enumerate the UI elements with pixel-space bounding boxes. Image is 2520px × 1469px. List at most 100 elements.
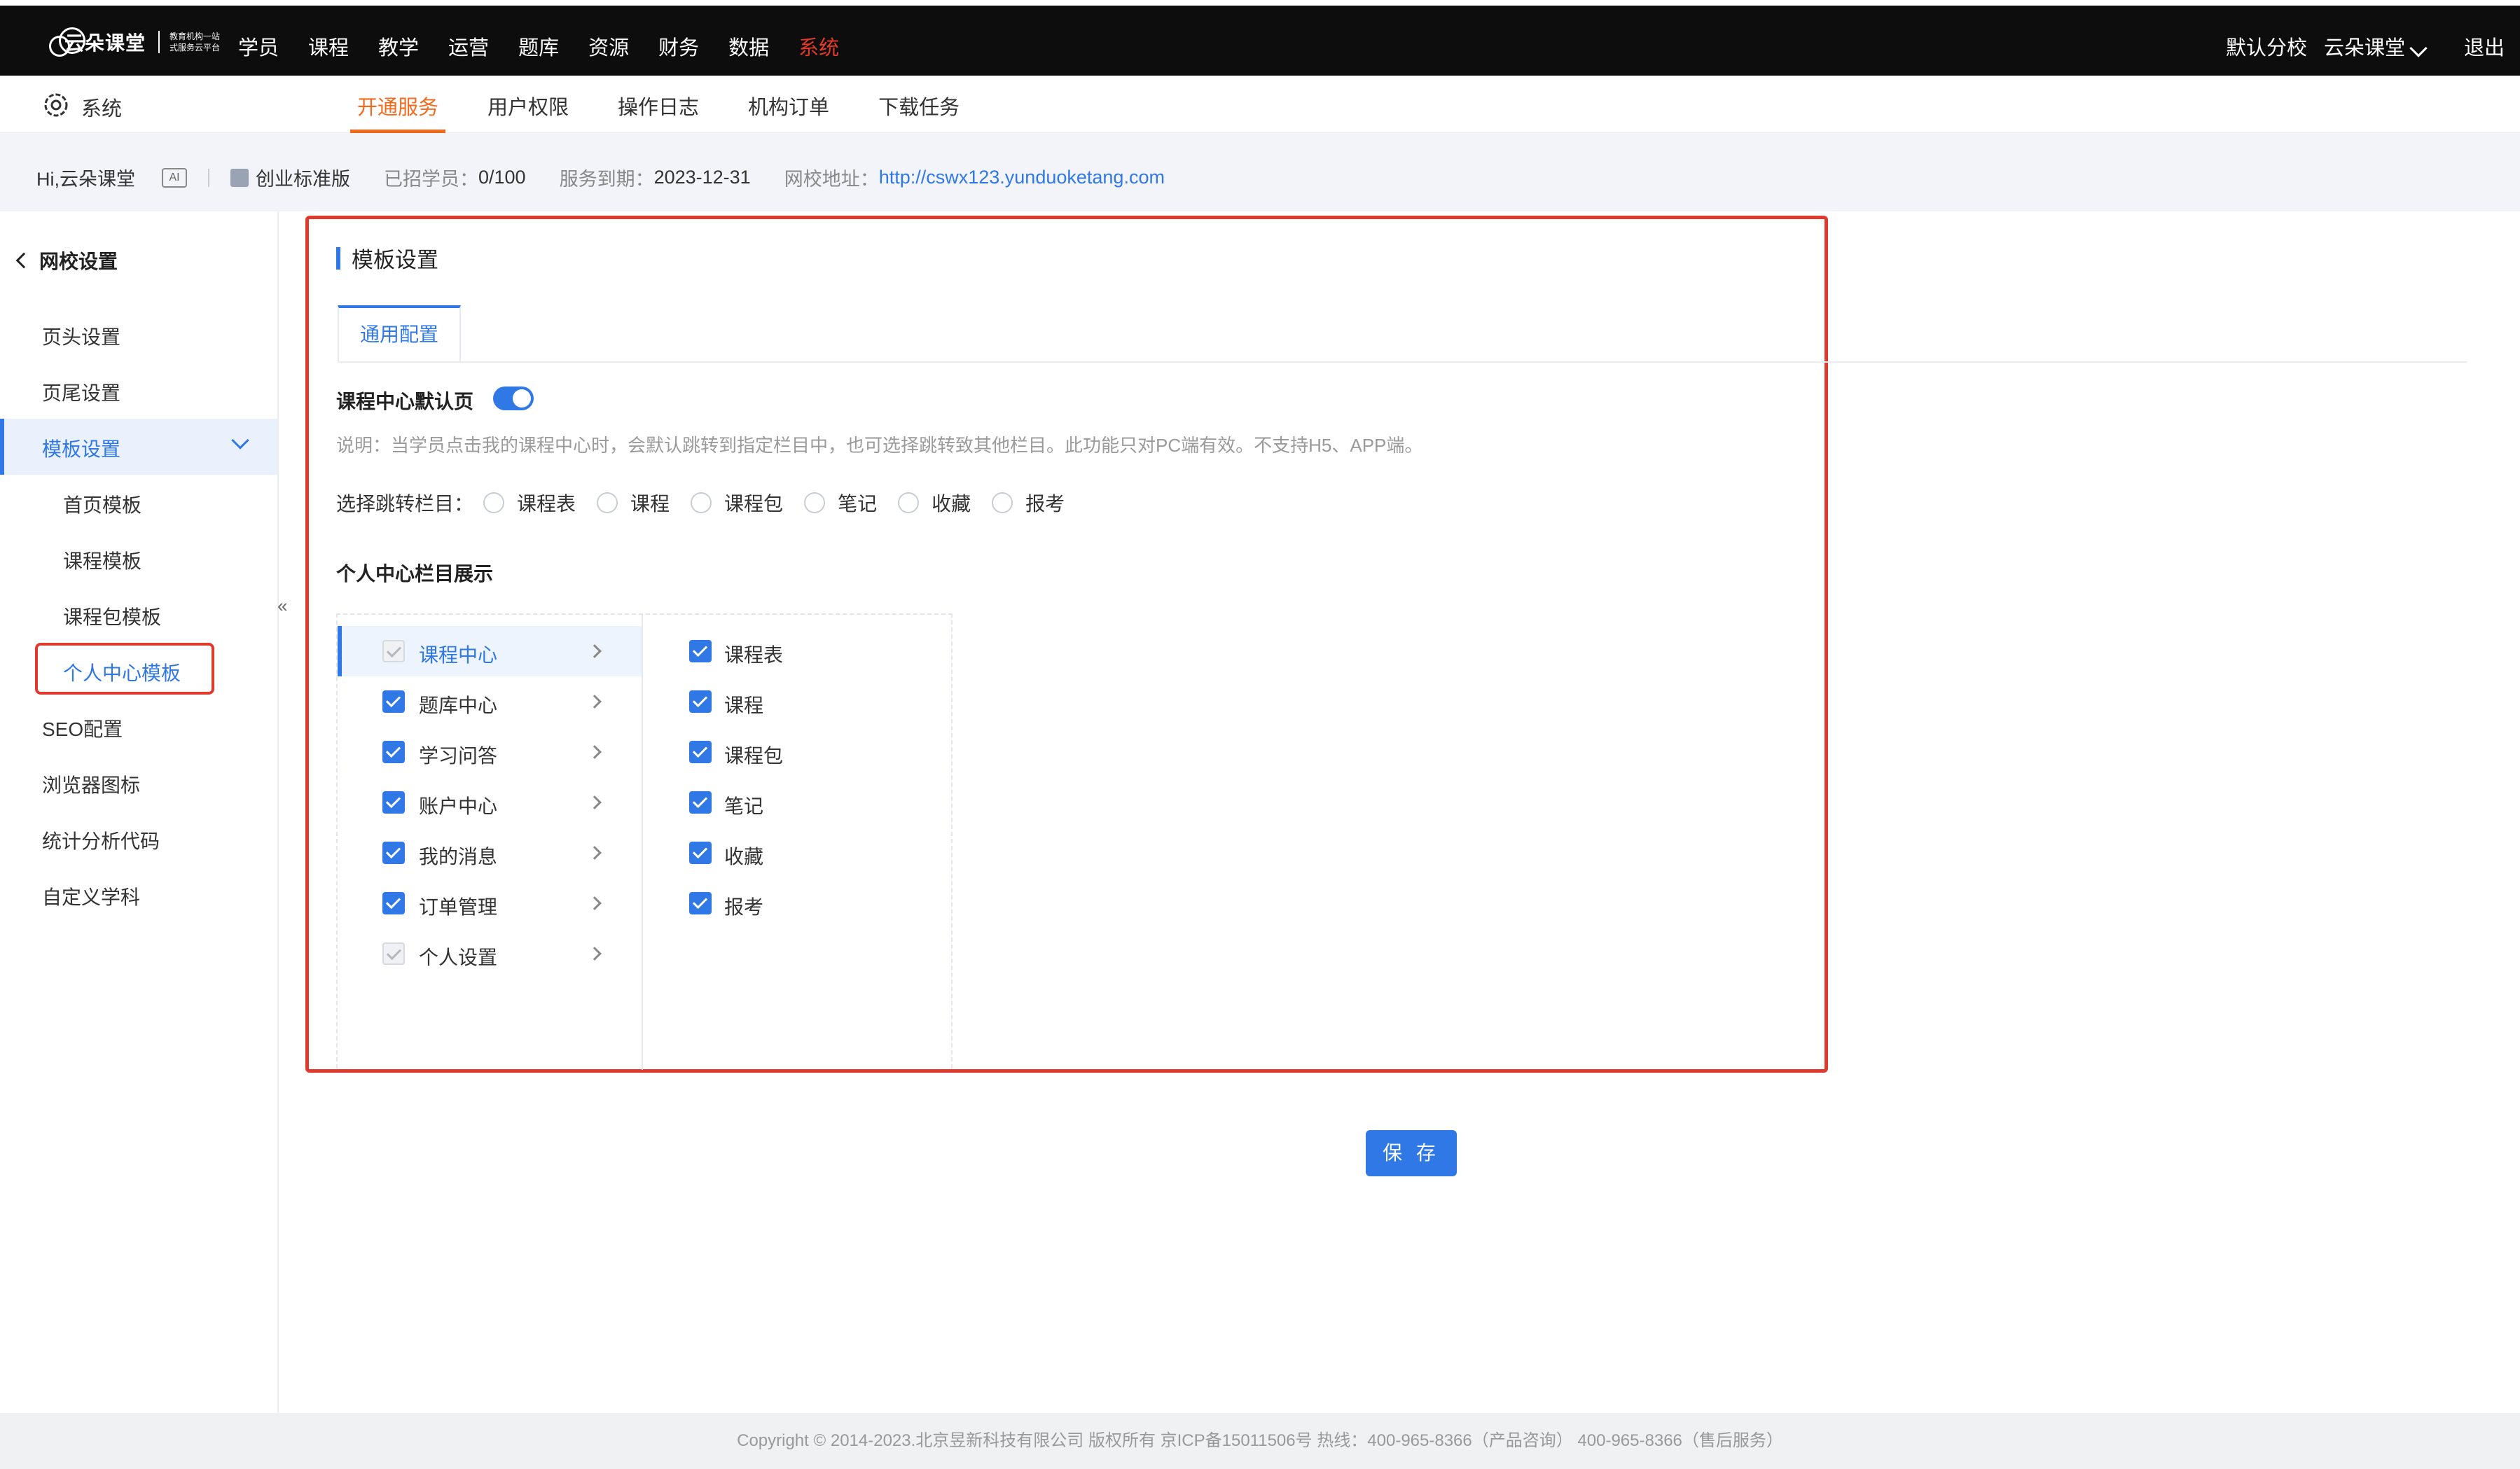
tab-user-permissions[interactable]: 用户权限 bbox=[473, 76, 583, 133]
logout-link[interactable]: 退出 bbox=[2464, 32, 2505, 61]
brand-logo[interactable]: 云朵课堂 教育机构一站 式服务云平台 bbox=[45, 21, 228, 63]
checkbox-notes[interactable] bbox=[689, 791, 712, 814]
nav-item-resources[interactable]: 资源 bbox=[588, 32, 629, 61]
active-indicator bbox=[0, 419, 4, 475]
students-label: 已招学员： bbox=[384, 169, 478, 190]
column-item-messages[interactable]: 我的消息 bbox=[338, 828, 642, 878]
column-item-account[interactable]: 账户中心 bbox=[338, 777, 642, 828]
checkbox-favorites[interactable] bbox=[689, 842, 712, 864]
checkbox-course[interactable] bbox=[689, 690, 712, 713]
divider bbox=[208, 168, 209, 187]
column-item-question-bank[interactable]: 题库中心 bbox=[338, 676, 642, 727]
nav-item-question-bank[interactable]: 题库 bbox=[518, 32, 559, 61]
sidebar-item-label: 模板设置 bbox=[42, 438, 121, 460]
column-item-course-center[interactable]: 课程中心 bbox=[338, 626, 642, 676]
nav-item-courses[interactable]: 课程 bbox=[308, 32, 349, 61]
back-to-school-settings[interactable]: 网校设置 bbox=[15, 246, 118, 274]
column-item-personal-settings[interactable]: 个人设置 bbox=[338, 928, 642, 979]
radio-package[interactable]: 课程包 bbox=[691, 489, 783, 517]
sidebar-item-analytics-code[interactable]: 统计分析代码 bbox=[42, 826, 160, 854]
chevron-right-icon bbox=[588, 644, 602, 658]
page-title: 模板设置 bbox=[336, 242, 438, 274]
default-page-label: 课程中心默认页 bbox=[336, 391, 474, 412]
checkbox-exam[interactable] bbox=[689, 892, 712, 914]
checkbox[interactable] bbox=[382, 842, 405, 864]
sidebar-sub-course-template[interactable]: 课程模板 bbox=[63, 546, 141, 574]
column-item-label: 我的消息 bbox=[419, 846, 498, 868]
sub-column-label: 课程表 bbox=[724, 644, 784, 666]
sidebar-item-favicon[interactable]: 浏览器图标 bbox=[42, 770, 140, 798]
tab-download-tasks[interactable]: 下载任务 bbox=[864, 76, 974, 133]
title-marker bbox=[336, 246, 340, 270]
tab-org-orders[interactable]: 机构订单 bbox=[734, 76, 843, 133]
radio-schedule[interactable]: 课程表 bbox=[483, 489, 576, 517]
sidebar-sub-home-template[interactable]: 首页模板 bbox=[63, 490, 141, 518]
app-frame: 云朵课堂 教育机构一站 式服务云平台 学员 课程 教学 运营 题库 资源 财务 … bbox=[0, 0, 2520, 1469]
radio-course[interactable]: 课程 bbox=[597, 489, 670, 517]
jump-label: 选择跳转栏目： bbox=[336, 493, 474, 515]
display-columns-label: 个人中心栏目展示 bbox=[336, 563, 494, 585]
default-page-toggle[interactable] bbox=[493, 387, 534, 410]
subtabs: 开通服务 用户权限 操作日志 机构订单 下载任务 bbox=[343, 76, 995, 133]
page-footer: Copyright © 2014-2023.北京昱新科技有限公司 版权所有 京I… bbox=[0, 1413, 2520, 1469]
chevron-right-icon bbox=[588, 846, 602, 860]
checkbox-package[interactable] bbox=[689, 741, 712, 763]
edition: 创业标准版 bbox=[256, 169, 350, 190]
nav-item-teaching[interactable]: 教学 bbox=[378, 32, 419, 61]
nav-item-operations[interactable]: 运营 bbox=[448, 32, 489, 61]
column-item-label: 课程中心 bbox=[419, 644, 498, 666]
nav-item-data[interactable]: 数据 bbox=[728, 32, 769, 61]
user-menu[interactable]: 云朵课堂 bbox=[2324, 32, 2428, 61]
chevron-left-icon bbox=[15, 252, 32, 269]
sidebar-item-custom-subject[interactable]: 自定义学科 bbox=[42, 882, 140, 910]
edition-icon bbox=[230, 168, 249, 187]
checkbox-schedule[interactable] bbox=[689, 640, 712, 662]
highlight-box bbox=[35, 643, 214, 695]
sidebar: 网校设置 页头设置 页尾设置 模板设置 首页模板 课程模板 课程包模板 个人中心… bbox=[0, 211, 279, 1413]
sidebar-sub-package-template[interactable]: 课程包模板 bbox=[63, 602, 161, 630]
nav-item-system[interactable]: 系统 bbox=[798, 32, 839, 61]
column-item-label: 学习问答 bbox=[419, 745, 498, 767]
students-value: 0/100 bbox=[478, 167, 526, 188]
main-nav: 学员 课程 教学 运营 题库 资源 财务 数据 系统 bbox=[238, 11, 868, 81]
nav-item-students[interactable]: 学员 bbox=[238, 32, 279, 61]
sidebar-item-seo[interactable]: SEO配置 bbox=[42, 714, 123, 742]
sub-column-label: 课程 bbox=[724, 695, 764, 716]
tab-general-config[interactable]: 通用配置 bbox=[338, 305, 461, 361]
chevron-right-icon bbox=[588, 947, 602, 961]
tab-open-service[interactable]: 开通服务 bbox=[343, 76, 452, 133]
collapse-sidebar-icon[interactable]: « bbox=[277, 595, 287, 617]
ai-badge-icon[interactable]: AI bbox=[162, 167, 187, 188]
checkbox[interactable] bbox=[382, 690, 405, 713]
branch-selector[interactable]: 默认分校 bbox=[2226, 32, 2307, 61]
sidebar-item-footer-settings[interactable]: 页尾设置 bbox=[42, 378, 120, 406]
school-url-link[interactable]: http://cswx123.yunduoketang.com bbox=[879, 167, 1165, 188]
tab-operation-log[interactable]: 操作日志 bbox=[604, 76, 713, 133]
chevron-down-icon bbox=[231, 431, 249, 450]
checkbox[interactable] bbox=[382, 892, 405, 914]
sub-column-label: 收藏 bbox=[724, 846, 764, 868]
radio-favorites[interactable]: 收藏 bbox=[898, 489, 971, 517]
account-info-bar: Hi,云朵课堂 AI 创业标准版 已招学员： 0/100 服务到期： 2023-… bbox=[0, 133, 2520, 211]
sidebar-item-header-settings[interactable]: 页头设置 bbox=[42, 322, 120, 350]
chevron-right-icon bbox=[588, 896, 602, 910]
sub-column-label: 笔记 bbox=[724, 795, 764, 817]
column-item-label: 题库中心 bbox=[419, 695, 498, 716]
checkbox[interactable] bbox=[382, 791, 405, 814]
jump-column-radio-group: 选择跳转栏目： 课程表 课程 课程包 笔记 收藏 报考 bbox=[336, 489, 1086, 517]
nav-item-finance[interactable]: 财务 bbox=[658, 32, 699, 61]
radio-notes[interactable]: 笔记 bbox=[804, 489, 877, 517]
section-title: 系统 bbox=[81, 98, 123, 120]
panel-divider bbox=[642, 615, 643, 1070]
checkbox-disabled bbox=[382, 942, 405, 965]
greeting: Hi,云朵课堂 bbox=[36, 169, 135, 190]
sidebar-item-template-settings[interactable]: 模板设置 bbox=[0, 419, 277, 475]
column-item-qa[interactable]: 学习问答 bbox=[338, 727, 642, 777]
radio-exam[interactable]: 报考 bbox=[992, 489, 1065, 517]
chevron-right-icon bbox=[588, 795, 602, 809]
column-item-orders[interactable]: 订单管理 bbox=[338, 878, 642, 928]
personal-center-columns-panel: 课程中心 题库中心 学习问答 账户中心 我的消息 订单管理 个人设置 课程表 课… bbox=[336, 613, 953, 1070]
cloud-logo-icon bbox=[45, 25, 99, 60]
save-button[interactable]: 保 存 bbox=[1366, 1130, 1457, 1176]
checkbox[interactable] bbox=[382, 741, 405, 763]
